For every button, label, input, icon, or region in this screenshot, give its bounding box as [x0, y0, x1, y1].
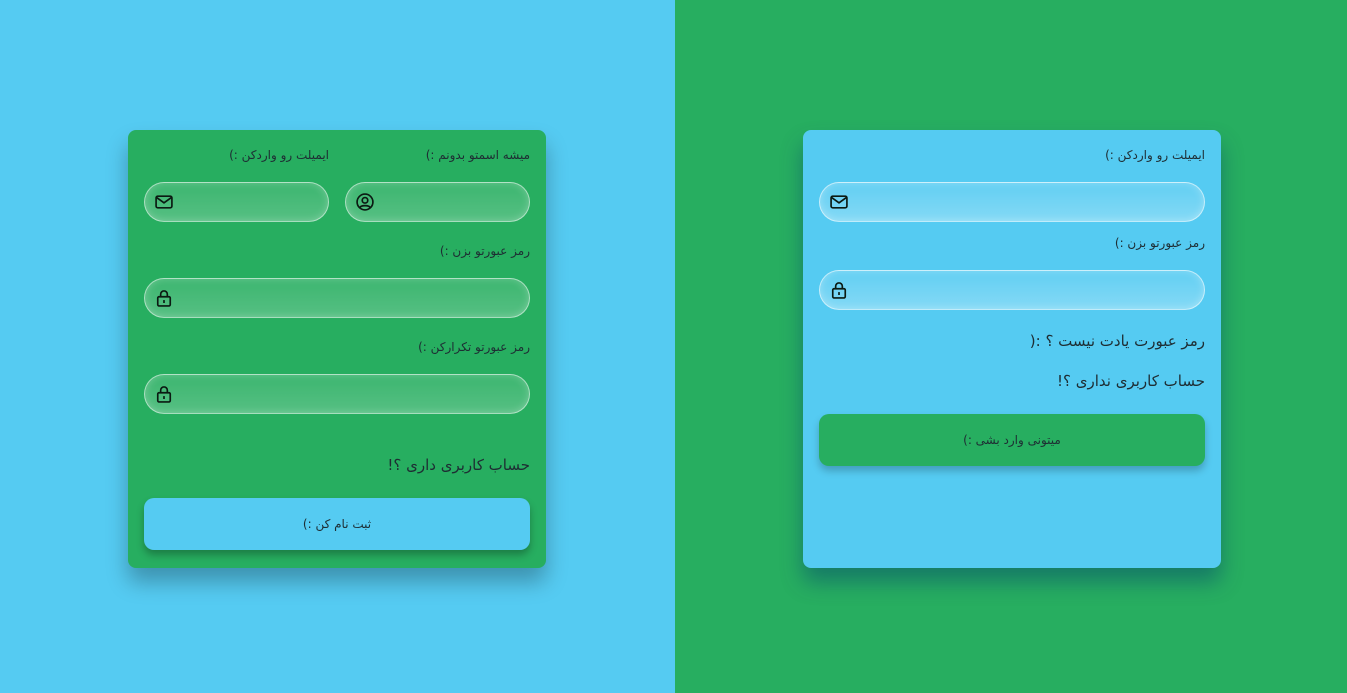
name-input[interactable]	[386, 183, 515, 223]
login-password-label: رمز عبورتو بزن :)	[1114, 236, 1205, 250]
confirm-password-input[interactable]	[185, 375, 515, 415]
no-account-link[interactable]: حساب کاربری نداری ؟!	[1057, 372, 1205, 390]
lock-icon	[156, 290, 172, 307]
confirm-password-label: رمز عبورتو تکرارکن :)	[418, 340, 530, 354]
name-label: میشه اسمتو بدونم :)	[425, 148, 530, 162]
login-email-field[interactable]	[819, 182, 1205, 223]
login-password-field[interactable]	[819, 270, 1205, 311]
user-icon	[356, 193, 374, 211]
login-card: ایمیلت رو واردکن :) رمز عبورتو بزن :) رم…	[803, 130, 1221, 568]
signup-password-label: رمز عبورتو بزن :)	[439, 244, 530, 258]
signup-password-input[interactable]	[185, 279, 515, 319]
email-label: ایمیلت رو واردکن :)	[229, 148, 329, 162]
login-password-input[interactable]	[860, 271, 1190, 311]
signup-email-input[interactable]	[185, 183, 314, 223]
confirm-password-field[interactable]	[144, 374, 530, 415]
mail-icon	[830, 195, 848, 209]
login-email-label: ایمیلت رو واردکن :)	[1105, 148, 1205, 162]
lock-icon	[831, 282, 847, 299]
signup-email-field[interactable]	[144, 182, 329, 223]
mail-icon	[155, 195, 173, 209]
lock-icon	[156, 386, 172, 403]
name-field[interactable]	[345, 182, 530, 223]
signup-card: میشه اسمتو بدونم :) ایمیلت رو واردکن :) …	[128, 130, 546, 568]
signup-password-field[interactable]	[144, 278, 530, 319]
login-email-input[interactable]	[860, 183, 1190, 223]
forgot-password-link[interactable]: رمز عبورت یادت نیست ؟ :(	[1030, 332, 1205, 350]
have-account-link[interactable]: حساب کاربری داری ؟!	[387, 456, 530, 474]
signup-button[interactable]: ثبت نام کن :)	[144, 498, 530, 550]
login-button[interactable]: میتونی وارد بشی :)	[819, 414, 1205, 466]
